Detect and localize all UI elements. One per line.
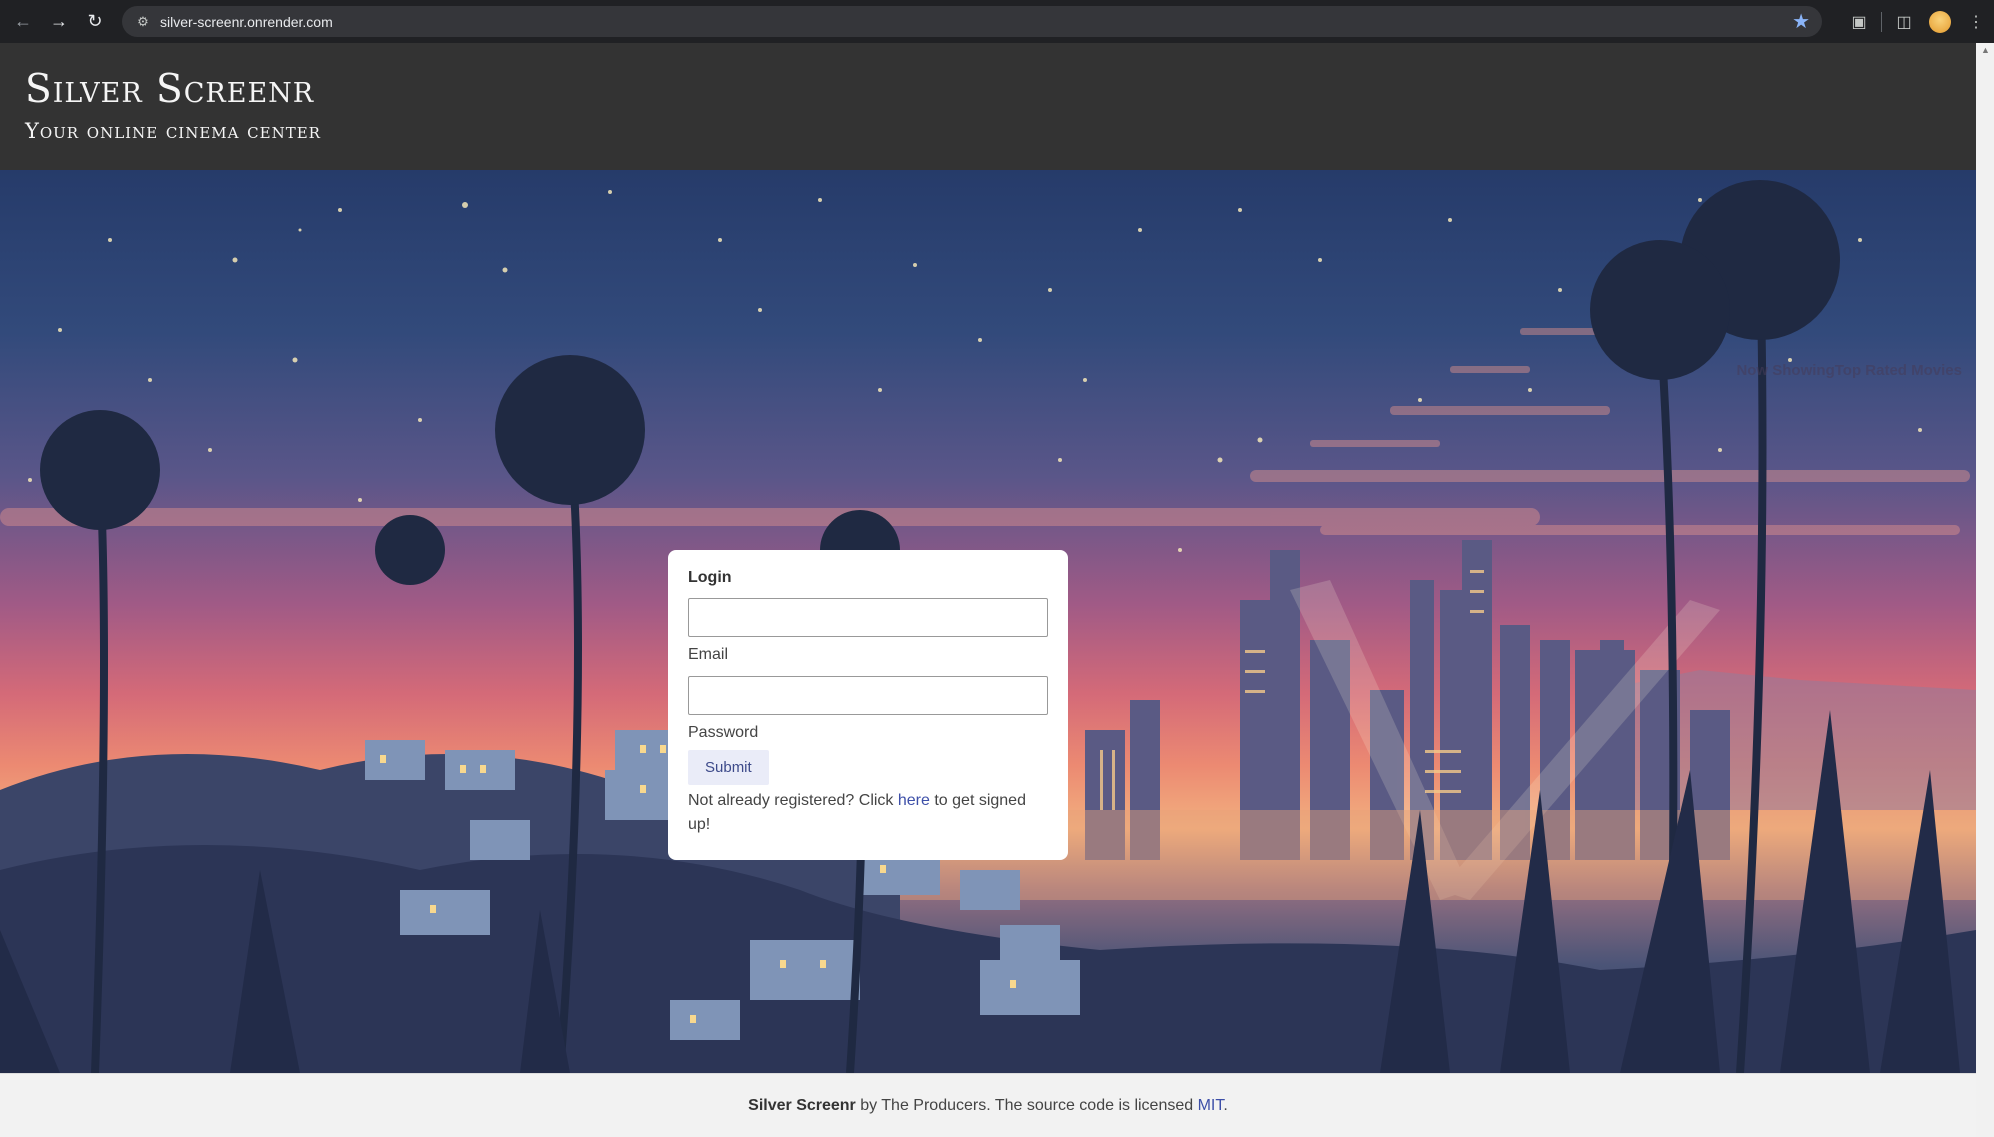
- password-label: Password: [688, 724, 759, 741]
- url-text[interactable]: silver-screenr.onrender.com: [160, 14, 333, 30]
- email-field[interactable]: [688, 598, 1048, 637]
- login-title: Login: [688, 569, 732, 586]
- reload-icon[interactable]: ↻: [77, 4, 113, 40]
- site-title[interactable]: Silver Screenr: [25, 67, 314, 112]
- site-header: Silver Screenr Your online cinema center: [0, 43, 1976, 170]
- footer-text: by The Producers. The source code is lic…: [855, 1096, 1198, 1114]
- back-icon[interactable]: ←: [5, 4, 41, 40]
- menu-icon[interactable]: ⋮: [1958, 4, 1994, 40]
- extensions-icon[interactable]: ▣: [1841, 4, 1877, 40]
- register-prompt: Not already registered? Click here to ge…: [688, 789, 1048, 837]
- site-footer: Silver Screenr by The Producers. The sou…: [0, 1073, 1976, 1137]
- hero-banner: Now ShowingTop Rated Movies Login Email …: [0, 170, 1976, 1073]
- scrollbar[interactable]: ▲: [1976, 43, 1994, 1137]
- email-label: Email: [688, 646, 729, 663]
- forward-icon[interactable]: →: [41, 4, 77, 40]
- browser-toolbar: ← → ↻ ⚙ silver-screenr.onrender.com ★ ▣ …: [0, 0, 1994, 43]
- site-info-icon[interactable]: ⚙: [128, 7, 158, 37]
- now-showing-link[interactable]: Now ShowingTop Rated Movies: [1736, 362, 1962, 379]
- toolbar-divider: [1881, 11, 1882, 32]
- address-bar[interactable]: ⚙ silver-screenr.onrender.com ★: [122, 6, 1822, 37]
- site-tagline: Your online cinema center: [25, 119, 321, 143]
- license-link[interactable]: MIT: [1198, 1097, 1224, 1114]
- register-link[interactable]: here: [898, 792, 930, 809]
- footer-end: .: [1223, 1096, 1228, 1114]
- profile-avatar[interactable]: [1929, 10, 1951, 33]
- scroll-up-icon[interactable]: ▲: [1981, 45, 1990, 55]
- side-panel-icon[interactable]: ◫: [1886, 4, 1922, 40]
- footer-brand: Silver Screenr: [748, 1096, 856, 1114]
- register-prefix: Not already registered? Click: [688, 792, 898, 809]
- bookmark-star-icon[interactable]: ★: [1792, 9, 1810, 34]
- submit-button[interactable]: Submit: [688, 750, 769, 785]
- password-field[interactable]: [688, 676, 1048, 715]
- login-card: Login Email Password Submit Not already …: [668, 550, 1068, 860]
